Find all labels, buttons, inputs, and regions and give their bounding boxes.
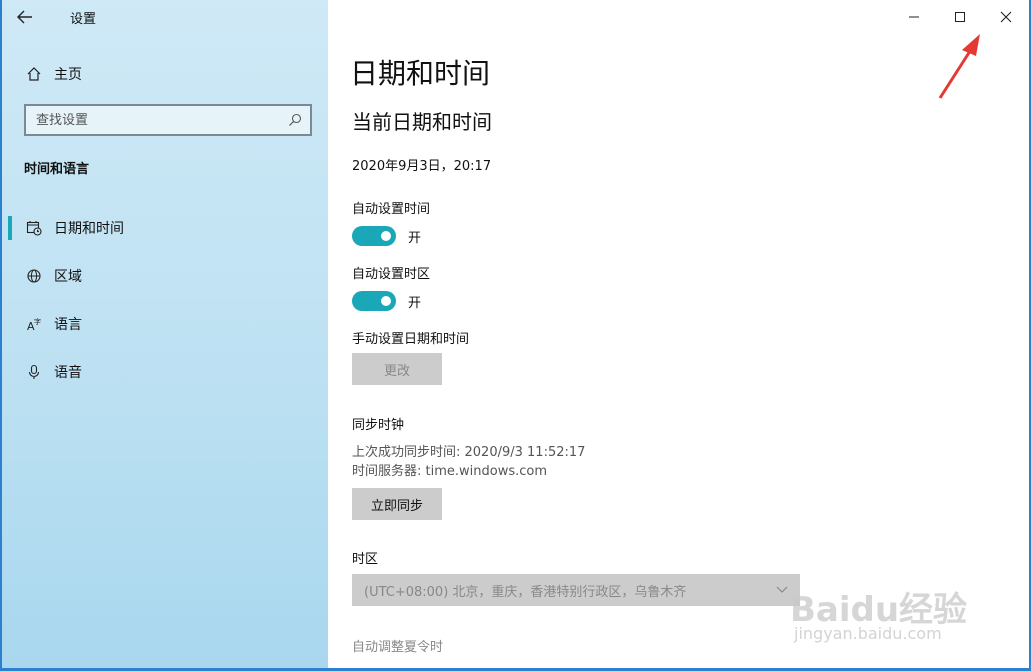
sidebar-nav: 日期和时间 区域 A 字 语言 语音 — [2, 204, 328, 396]
home-label: 主页 — [54, 67, 82, 83]
sidebar: 设置 主页 时间和语言 — [2, 0, 328, 668]
home-icon — [24, 66, 44, 82]
toggle-state: 开 — [408, 295, 422, 311]
sidebar-item-speech[interactable]: 语音 — [2, 348, 328, 396]
change-button[interactable]: 更改 — [352, 353, 442, 385]
app-title: 设置 — [70, 11, 97, 27]
back-button[interactable] — [2, 0, 48, 34]
dst-label: 自动调整夏令时 — [352, 640, 444, 655]
toggle-switch[interactable] — [352, 226, 396, 246]
sync-title: 同步时钟 — [352, 418, 405, 433]
timezone-dropdown[interactable]: (UTC+08:00) 北京，重庆，香港特别行政区，乌鲁木齐 — [352, 574, 800, 606]
close-button[interactable] — [983, 0, 1029, 34]
settings-window: 设置 主页 时间和语言 — [2, 0, 1029, 668]
manual-time-label: 手动设置日期和时间 — [352, 332, 470, 347]
toggle-state: 开 — [408, 230, 422, 246]
chevron-down-icon — [776, 586, 788, 593]
annotation-arrow-icon — [938, 34, 980, 99]
timezone-value: (UTC+08:00) 北京，重庆，香港特别行政区，乌鲁木齐 — [364, 584, 687, 600]
globe-icon — [24, 268, 44, 284]
microphone-icon — [24, 364, 44, 380]
sidebar-item-label: 区域 — [54, 269, 82, 285]
back-arrow-icon — [17, 10, 32, 24]
minimize-button[interactable] — [891, 0, 937, 34]
time-server-text: 时间服务器: time.windows.com — [352, 464, 548, 479]
last-sync-text: 上次成功同步时间: 2020/9/3 11:52:17 — [352, 445, 586, 460]
maximize-button[interactable] — [937, 0, 983, 34]
auto-timezone-toggle[interactable]: 开 — [352, 291, 421, 311]
title-bar: 设置 — [2, 0, 328, 34]
page-title: 日期和时间 — [350, 57, 491, 90]
sync-now-button[interactable]: 立即同步 — [352, 488, 442, 520]
sidebar-item-region[interactable]: 区域 — [2, 252, 328, 300]
svg-text:字: 字 — [34, 317, 41, 326]
auto-time-label: 自动设置时间 — [352, 202, 431, 217]
close-icon — [1000, 11, 1012, 23]
language-icon: A 字 — [24, 316, 44, 332]
section-heading: 当前日期和时间 — [352, 110, 492, 134]
window-controls — [891, 0, 1029, 34]
sidebar-item-language[interactable]: A 字 语言 — [2, 300, 328, 348]
sidebar-item-label: 日期和时间 — [54, 221, 124, 237]
search-icon — [289, 113, 302, 126]
sidebar-item-label: 语言 — [54, 317, 82, 333]
sidebar-item-home[interactable]: 主页 — [2, 58, 328, 90]
auto-timezone-label: 自动设置时区 — [352, 267, 431, 282]
current-datetime: 2020年9月3日，20:17 — [352, 159, 492, 174]
toggle-switch[interactable] — [352, 291, 396, 311]
minimize-icon — [909, 16, 919, 18]
auto-time-toggle[interactable]: 开 — [352, 226, 421, 246]
calendar-clock-icon — [24, 220, 44, 236]
section-title: 时间和语言 — [24, 162, 90, 177]
timezone-label: 时区 — [352, 552, 379, 567]
search-box[interactable] — [24, 104, 312, 136]
watermark: Baidu经验 jingyan.baidu.com — [790, 560, 1010, 650]
watermark-url: jingyan.baidu.com — [794, 624, 942, 643]
sidebar-item-date-time[interactable]: 日期和时间 — [2, 204, 328, 252]
sidebar-item-label: 语音 — [54, 365, 82, 381]
search-input[interactable] — [36, 112, 266, 128]
maximize-icon — [955, 12, 965, 22]
